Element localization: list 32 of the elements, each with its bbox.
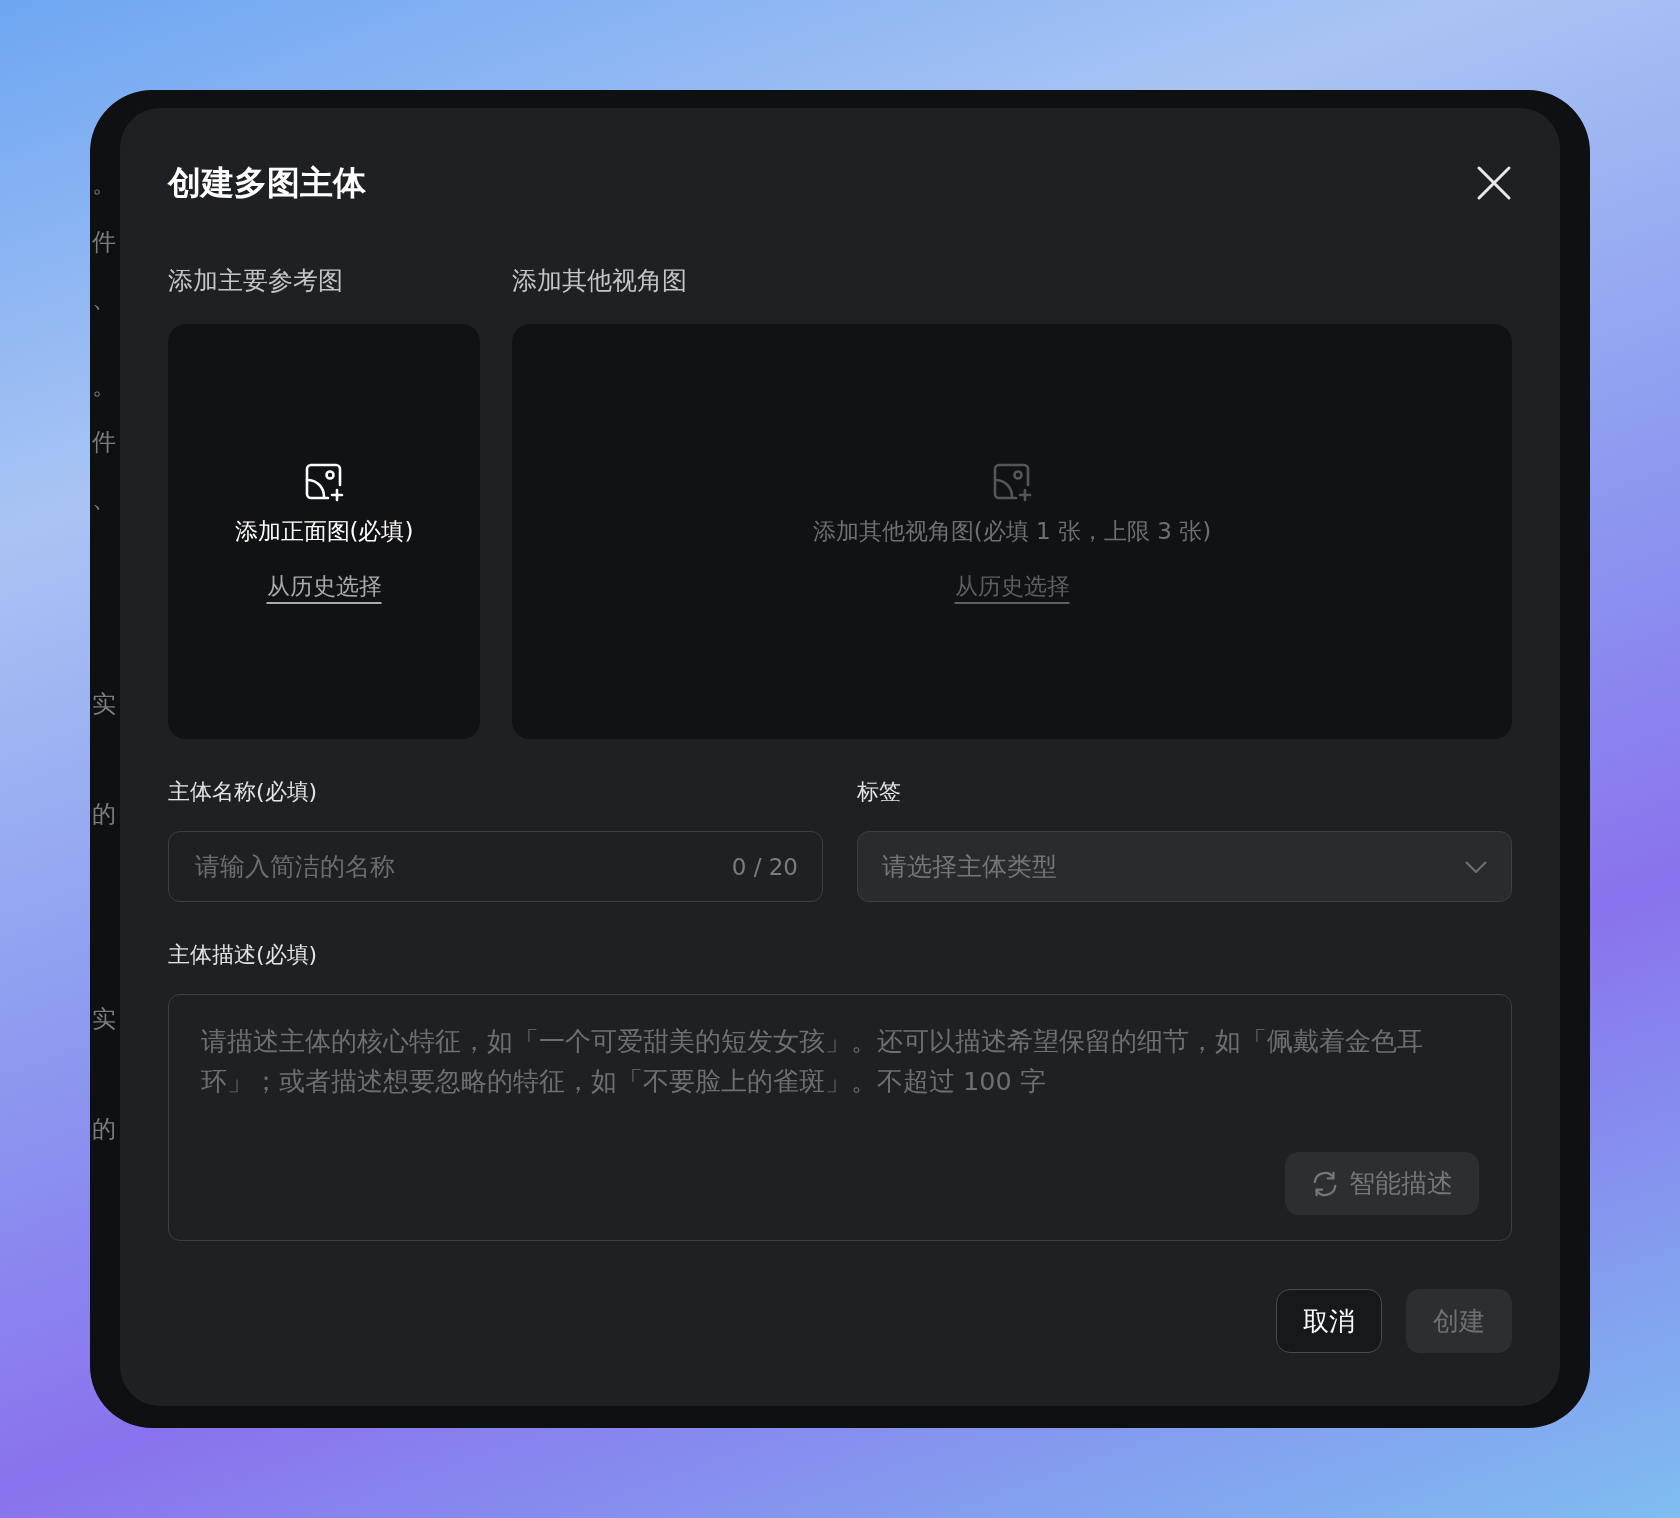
background-text: 件 [92, 427, 116, 458]
background-text: 的 [92, 1114, 116, 1145]
refresh-icon [1311, 1169, 1339, 1198]
close-icon[interactable] [1476, 165, 1512, 201]
field-label: 主体描述(必填) [168, 941, 319, 969]
dialog-title: 创建多图主体 [168, 161, 366, 204]
background-text: 件 [92, 227, 116, 258]
background-text: 、 [92, 484, 116, 515]
field-label: 标签 [857, 778, 902, 806]
add-image-icon [304, 461, 344, 502]
background-text: 的 [92, 799, 116, 830]
add-image-icon [992, 461, 1032, 502]
smart-describe-button[interactable]: 智能描述 [1285, 1152, 1479, 1215]
upload-hint: 添加正面图(必填) [234, 516, 414, 546]
upload-hint: 添加其他视角图(必填 1 张，上限 3 张) [812, 516, 1212, 546]
section-label: 添加其他视角图 [512, 265, 688, 297]
cancel-button[interactable]: 取消 [1276, 1289, 1382, 1353]
background-text: 、 [92, 284, 116, 315]
name-input[interactable]: 请输入简洁的名称 0 / 20 [168, 831, 823, 902]
text-input[interactable]: 请输入简洁的名称 [193, 851, 732, 882]
chevron-down-icon [1465, 860, 1487, 873]
tag-select[interactable]: 请选择主体类型 [857, 831, 1512, 902]
field-label: 主体名称(必填) [168, 778, 319, 806]
section-label: 添加主要参考图 [168, 265, 344, 297]
character-counter: 0 / 20 [731, 853, 798, 880]
background-text: 。 [92, 169, 116, 200]
background-text: 。 [92, 371, 116, 402]
history-link[interactable]: 从历史选择 [266, 570, 382, 602]
description-textarea[interactable]: 请描述主体的核心特征，如「一个可爱甜美的短发女孩」。还可以描述希望保留的细节，如「佩戴着金色耳环」；或者描述想要忽略的特征，如「不要脸上的雀斑」。不超过 100 字 智能描述 [168, 994, 1512, 1241]
background-text: 实 [92, 1004, 116, 1035]
upload-area[interactable]: 添加正面图(必填) 从历史选择 [168, 324, 480, 739]
background-text: 实 [92, 689, 116, 720]
